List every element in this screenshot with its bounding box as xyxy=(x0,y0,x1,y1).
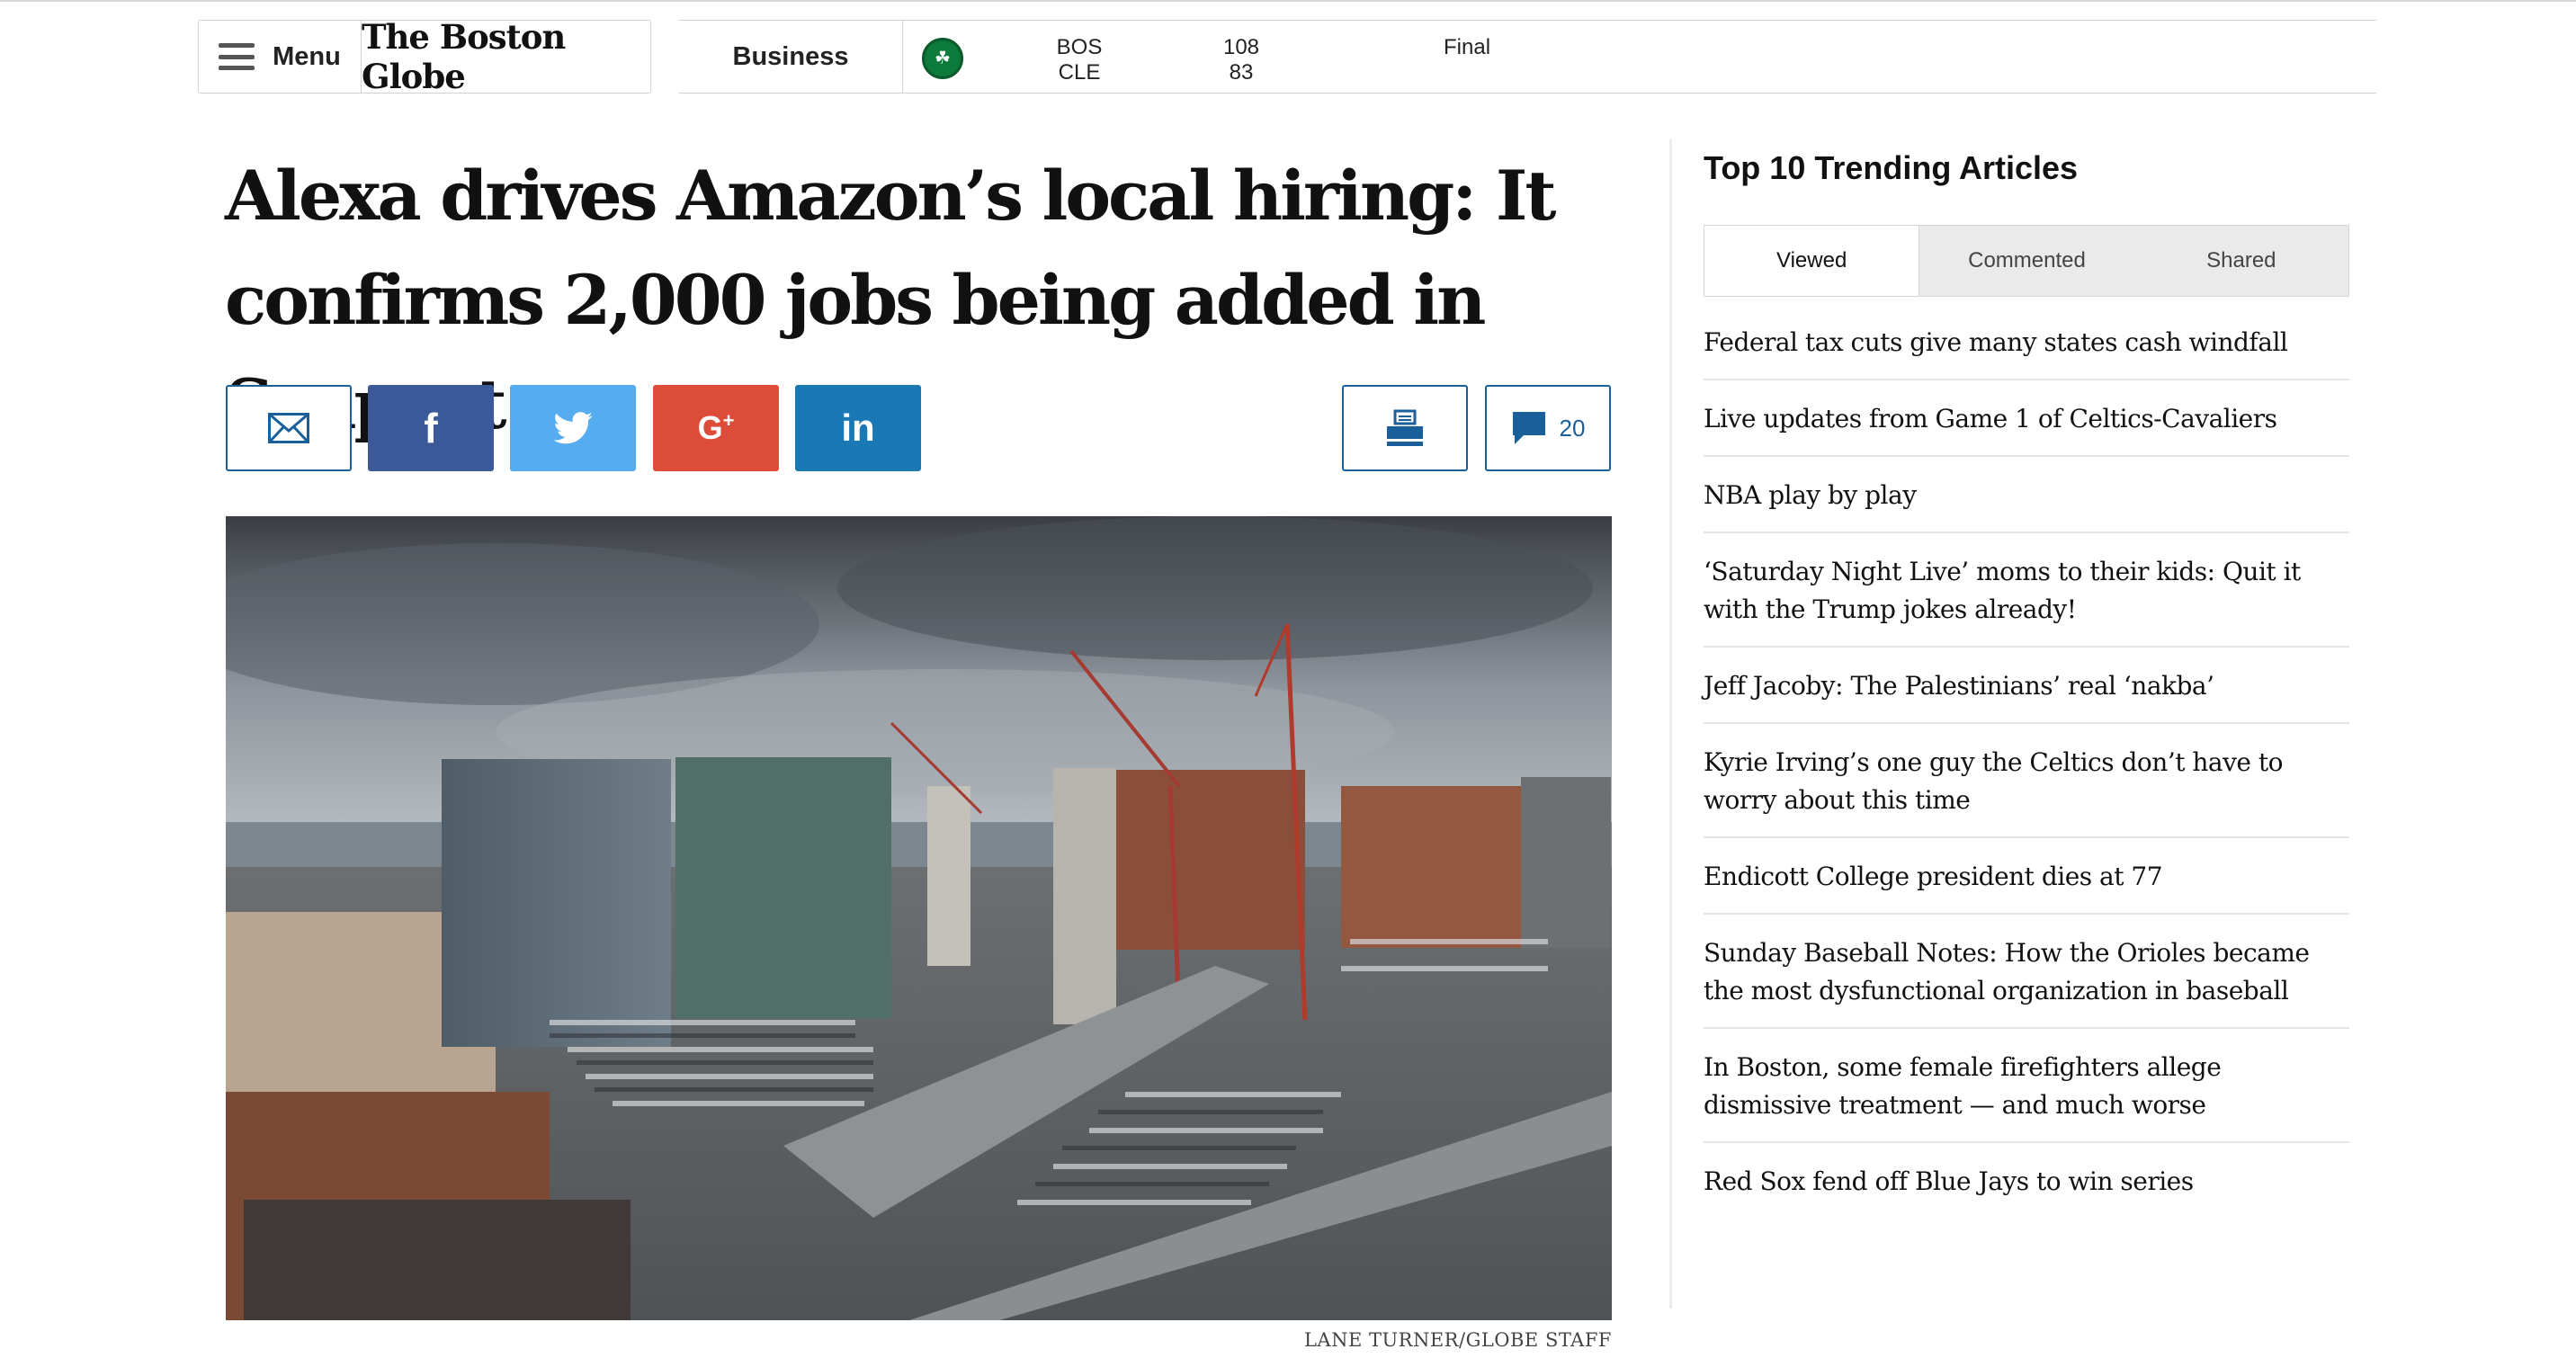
trending-article-link[interactable]: Endicott College president dies at 77 xyxy=(1704,838,2349,915)
twitter-share-button[interactable] xyxy=(510,385,636,471)
score-away: 83 xyxy=(1229,60,1254,85)
trending-article-link[interactable]: Federal tax cuts give many states cash w… xyxy=(1704,304,2349,380)
trending-article-link[interactable]: In Boston, some female firefighters alle… xyxy=(1704,1029,2349,1143)
email-share-button[interactable] xyxy=(226,385,352,471)
boston-globe-logo[interactable]: The Boston Globe xyxy=(362,17,650,96)
facebook-share-button[interactable]: f xyxy=(368,385,494,471)
tab-viewed[interactable]: Viewed xyxy=(1704,226,1920,296)
site-header-brand: Menu The Boston Globe xyxy=(198,17,651,96)
trending-article-link[interactable]: Red Sox fend off Blue Jays to win series xyxy=(1704,1143,2349,1218)
scoreboard-teams[interactable]: BOS CLE xyxy=(1048,35,1111,85)
facebook-icon: f xyxy=(424,405,438,451)
article-photo xyxy=(226,516,1612,1320)
trending-title: Top 10 Trending Articles xyxy=(1704,149,2079,186)
linkedin-share-button[interactable]: in xyxy=(795,385,921,471)
score-home: 108 xyxy=(1222,35,1260,59)
trending-article-link[interactable]: Kyrie Irving’s one guy the Celtics don’t… xyxy=(1704,724,2349,838)
tab-commented[interactable]: Commented xyxy=(1919,226,2133,296)
trending-list: Federal tax cuts give many states cash w… xyxy=(1704,304,2349,1218)
trending-article-link[interactable]: NBA play by play xyxy=(1704,457,2349,533)
section-link-business[interactable]: Business xyxy=(679,21,903,93)
google-plus-share-button[interactable]: G+ xyxy=(653,385,779,471)
column-divider xyxy=(1669,139,1672,1309)
comment-icon xyxy=(1512,412,1545,444)
trending-article-link[interactable]: ‘Saturday Night Live’ moms to their kids… xyxy=(1704,533,2349,648)
menu-label: Menu xyxy=(273,41,341,71)
menu-button[interactable]: Menu xyxy=(199,21,362,93)
comment-count: 20 xyxy=(1559,414,1586,442)
print-button[interactable] xyxy=(1342,385,1468,471)
tab-shared[interactable]: Shared xyxy=(2134,226,2348,296)
section-scoreboard-bar: Business ☘ BOS CLE 108 83 Final xyxy=(679,20,2376,94)
trending-article-link[interactable]: Jeff Jacoby: The Palestinians’ real ‘nak… xyxy=(1704,648,2349,724)
twitter-icon xyxy=(553,412,593,444)
top-border xyxy=(0,0,2576,2)
trending-article-link[interactable]: Sunday Baseball Notes: How the Orioles b… xyxy=(1704,915,2349,1029)
photo-credit: LANE TURNER/GLOBE STAFF xyxy=(1303,1329,1612,1351)
trending-tabs: Viewed Commented Shared xyxy=(1704,225,2349,297)
team-away: CLE xyxy=(1058,60,1101,85)
celtics-logo-icon: ☘ xyxy=(922,38,963,79)
hamburger-icon xyxy=(219,43,255,70)
scoreboard-scores[interactable]: 108 83 xyxy=(1210,35,1273,85)
print-icon xyxy=(1387,409,1423,446)
game-status: Final xyxy=(1444,35,1491,59)
comments-button[interactable]: 20 xyxy=(1485,385,1611,471)
seaport-construction-photo xyxy=(226,516,1612,1320)
linkedin-icon: in xyxy=(841,407,875,449)
team-home: BOS xyxy=(1056,35,1103,59)
trending-article-link[interactable]: Live updates from Game 1 of Celtics-Cava… xyxy=(1704,380,2349,457)
google-plus-icon: G+ xyxy=(697,409,735,446)
email-icon xyxy=(268,413,309,443)
